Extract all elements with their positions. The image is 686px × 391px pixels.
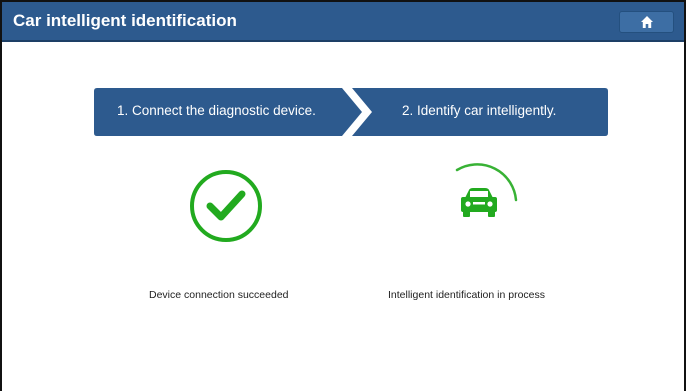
app-window: Car intelligent identification 1. Connec…	[0, 0, 686, 391]
title-bar: Car intelligent identification	[2, 2, 684, 42]
car-icon	[461, 188, 497, 217]
step-1-label: 1. Connect the diagnostic device.	[117, 103, 316, 118]
page-title: Car intelligent identification	[13, 11, 237, 30]
identification-progress	[455, 163, 518, 217]
check-circle-icon	[190, 170, 262, 242]
home-icon	[641, 16, 653, 28]
home-button[interactable]	[619, 11, 674, 33]
connection-status-text: Device connection succeeded	[149, 289, 289, 301]
step-2-label: 2. Identify car intelligently.	[402, 103, 557, 118]
progress-steps: 1. Connect the diagnostic device. 2. Ide…	[94, 88, 608, 136]
identification-status-text: Intelligent identification in process	[388, 289, 546, 301]
